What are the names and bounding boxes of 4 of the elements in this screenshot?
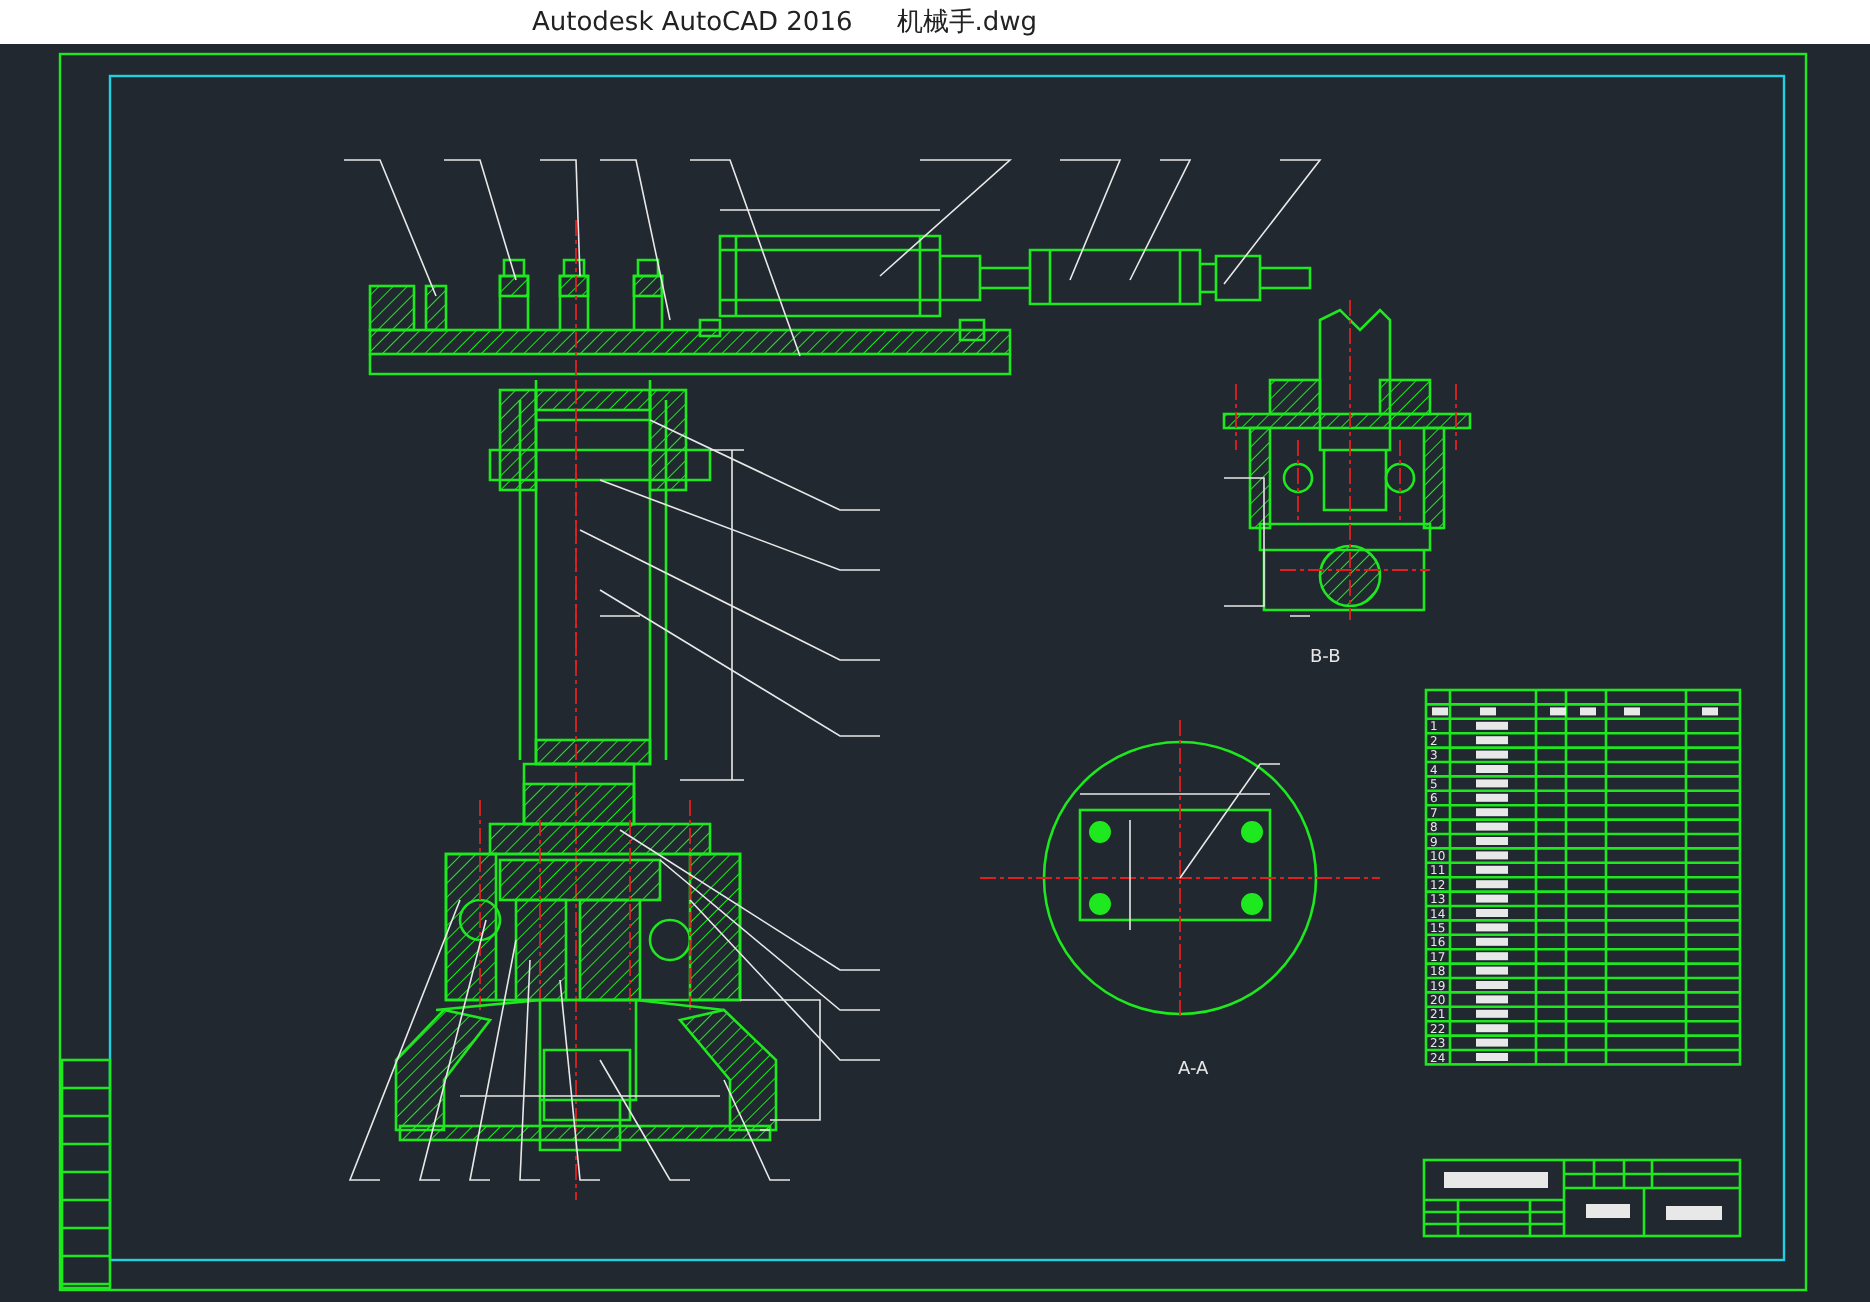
file-name: 机械手.dwg xyxy=(896,6,1038,40)
view-label: A-A xyxy=(1178,1060,1209,1080)
view-label: B-B xyxy=(1310,648,1341,668)
app-title: Autodesk AutoCAD 2016 xyxy=(532,7,853,37)
